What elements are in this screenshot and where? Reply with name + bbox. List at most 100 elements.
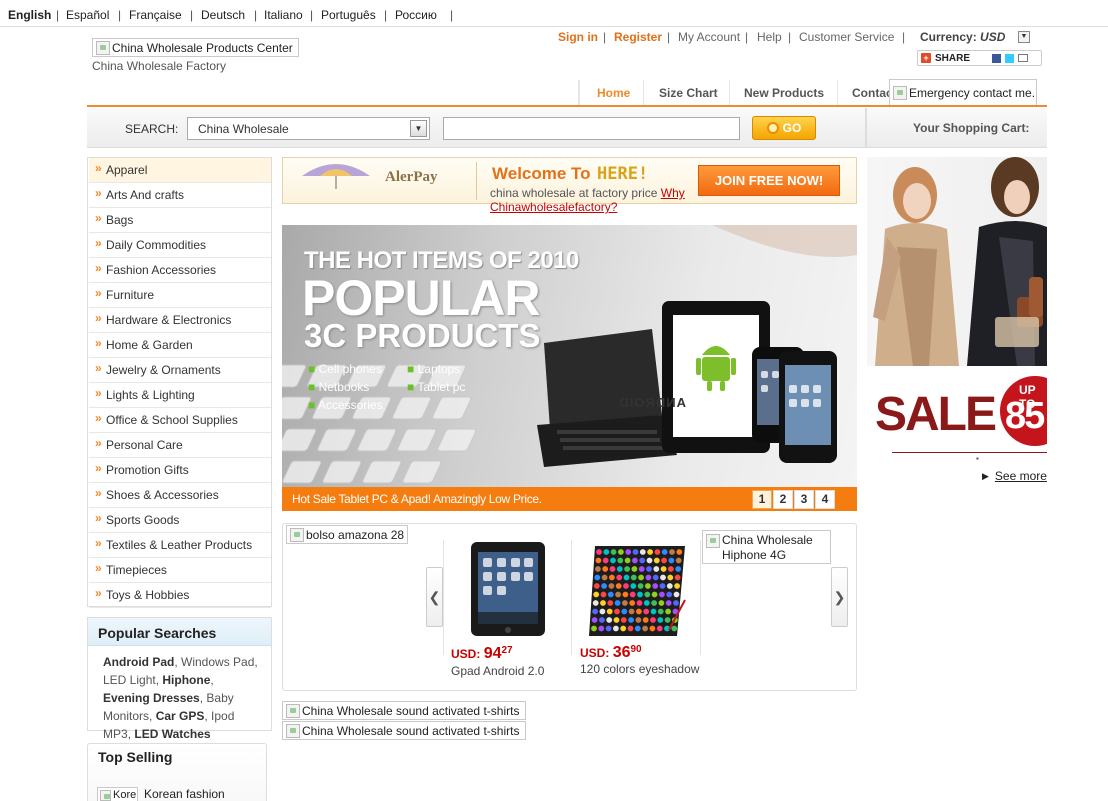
sidebar-item-lights-lighting[interactable]: Lights & Lighting	[89, 383, 271, 408]
currency-dropdown-icon[interactable]: ▼	[1018, 31, 1030, 43]
sidebar-item-toys-hobbies[interactable]: Toys & Hobbies	[89, 583, 271, 608]
product-alt-left: bolso amazona 28	[306, 527, 405, 542]
product-image-bolso[interactable]: bolso amazona 28	[286, 525, 408, 544]
divider	[578, 80, 580, 106]
popular-search-link[interactable]: Evening Dresses	[103, 691, 200, 705]
popular-search-link[interactable]: LED Watches	[134, 727, 210, 741]
tab-size-chart[interactable]: Size Chart	[659, 86, 718, 100]
search-input[interactable]	[443, 117, 740, 140]
help-link[interactable]: Help	[757, 30, 782, 44]
sidebar-item-office-school-supplies[interactable]: Office & School Supplies	[89, 408, 271, 433]
top-selling-image[interactable]: Kore	[97, 787, 138, 801]
lang-francaise[interactable]: Française	[129, 8, 182, 22]
fashion-model-ad[interactable]	[867, 157, 1047, 366]
join-free-button[interactable]: JOIN FREE NOW!	[698, 165, 840, 196]
popular-search-link[interactable]: Windows Pad	[181, 655, 254, 669]
lang-espanol[interactable]: Español	[66, 8, 109, 22]
tshirt-image-2[interactable]: China Wholesale sound activated t-shirts	[282, 721, 526, 740]
divider: |	[603, 30, 607, 44]
tab-home[interactable]: Home	[597, 86, 630, 100]
sidebar-item-hardware-electronics[interactable]: Hardware & Electronics	[89, 308, 271, 333]
product-card-eyeshadow[interactable]	[573, 540, 701, 655]
banner-page-4[interactable]: 4	[815, 490, 835, 509]
sidebar-item-home-garden[interactable]: Home & Garden	[89, 333, 271, 358]
product-name-gpad[interactable]: Gpad Android 2.0	[451, 664, 544, 678]
carousel-next-button[interactable]: ❯	[831, 567, 848, 627]
my-account-link[interactable]: My Account	[678, 30, 740, 44]
chevron-left-icon: ❮	[428, 588, 441, 605]
alerpay-logo[interactable]: AlerPay	[385, 169, 437, 186]
sidebar-item-daily-commodities[interactable]: Daily Commodities	[89, 233, 271, 258]
shopping-cart-label[interactable]: Your Shopping Cart:	[913, 121, 1029, 135]
welcome-text: china wholesale at factory price Why Chi…	[490, 186, 695, 214]
search-category-select[interactable]: China Wholesale ▼	[187, 117, 430, 140]
popular-search-link[interactable]: Android Pad	[103, 655, 174, 669]
search-go-button[interactable]: GO	[752, 116, 816, 140]
sidebar-item-personal-care[interactable]: Personal Care	[89, 433, 271, 458]
lang-italiano[interactable]: Italiano	[264, 8, 303, 22]
bullet-item: ■ Accessories	[308, 398, 383, 412]
divider	[643, 80, 644, 106]
banner-page-2[interactable]: 2	[773, 490, 793, 509]
sidebar-item-sports-goods[interactable]: Sports Goods	[89, 508, 271, 533]
sidebar-item-shoes-accessories[interactable]: Shoes & Accessories	[89, 483, 271, 508]
sale-percent: 85	[1005, 395, 1045, 437]
divider: |	[902, 30, 906, 44]
bullet-text: Netbooks	[318, 380, 370, 394]
popular-search-link[interactable]: Hiphone	[162, 673, 210, 687]
tshirt-image-1[interactable]: China Wholesale sound activated t-shirts	[282, 701, 526, 720]
search-category-value: China Wholesale	[198, 122, 289, 136]
register-link[interactable]: Register	[614, 30, 662, 44]
divider	[729, 80, 730, 106]
lang-portugues[interactable]: Português	[321, 8, 376, 22]
share-label: SHARE	[935, 52, 971, 64]
bullet-item: ■ Netbooks	[308, 380, 370, 394]
sidebar-item-fashion-accessories[interactable]: Fashion Accessories	[89, 258, 271, 283]
divider: |	[118, 8, 122, 22]
carousel-prev-button[interactable]: ❮	[426, 567, 443, 627]
sidebar-item-timepieces[interactable]: Timepieces	[89, 558, 271, 583]
divider: |	[450, 8, 454, 22]
sign-in-link[interactable]: Sign in	[558, 30, 598, 44]
sidebar-item-furniture[interactable]: Furniture	[89, 283, 271, 308]
sidebar-item-promotion-gifts[interactable]: Promotion Gifts	[89, 458, 271, 483]
divider: |	[667, 30, 671, 44]
customer-service-link[interactable]: Customer Service	[799, 30, 894, 44]
welcome-title: Welcome To	[492, 164, 591, 183]
sidebar-item-apparel[interactable]: Apparel	[89, 158, 271, 183]
banner-page-1[interactable]: 1	[752, 490, 772, 509]
product-alt-right: China Wholesale Hiphone 4G	[722, 533, 813, 562]
lang-english[interactable]: English	[8, 8, 51, 22]
lang-russian[interactable]: Россию	[395, 8, 437, 22]
currency-value: USD	[980, 30, 1006, 44]
site-tagline: China Wholesale Factory	[92, 59, 227, 73]
popular-search-link[interactable]: LED Light	[103, 673, 156, 687]
product-image-hiphone[interactable]: China Wholesale Hiphone 4G	[702, 530, 831, 564]
divider: |	[190, 8, 194, 22]
broken-image-icon	[96, 40, 110, 55]
emergency-contact-image[interactable]: Emergency contact me.	[889, 79, 1037, 106]
search-label: SEARCH:	[125, 122, 179, 136]
sidebar-item-bags[interactable]: Bags	[89, 208, 271, 233]
divider: |	[745, 30, 749, 44]
tab-new-products[interactable]: New Products	[744, 86, 824, 100]
share-button[interactable]: + SHARE	[917, 50, 1042, 66]
banner-caption: Hot Sale Tablet PC & Apad! Amazingly Low…	[292, 492, 542, 506]
sale-ad[interactable]: SALE UP TO 85	[867, 373, 1047, 458]
sidebar-item-arts-and-crafts[interactable]: Arts And crafts	[89, 183, 271, 208]
plus-icon: +	[921, 53, 931, 63]
top-selling-item-name[interactable]: Korean fashion	[144, 787, 225, 801]
banner-line3: 3C PRODUCTS	[304, 317, 541, 354]
sidebar-item-jewelry-ornaments[interactable]: Jewelry & Ornaments	[89, 358, 271, 383]
lang-deutsch[interactable]: Deutsch	[201, 8, 245, 22]
sidebar-item-textiles-leather-products[interactable]: Textiles & Leather Products	[89, 533, 271, 558]
product-name-eyeshadow[interactable]: 120 colors eyeshadow	[580, 662, 699, 676]
popular-search-link[interactable]: Car GPS	[156, 709, 205, 723]
site-logo[interactable]: China Wholesale Products Center	[92, 38, 299, 57]
product-card-gpad[interactable]	[444, 540, 572, 655]
product-price-gpad: USD: 9427	[451, 645, 513, 663]
banner-page-3[interactable]: 3	[794, 490, 814, 509]
hero-banner[interactable]: THE HOT ITEMS OF 2010 POPULAR 3C PRODUCT…	[282, 225, 857, 511]
bullet-item: ■ Laptops	[407, 362, 461, 376]
see-more-link[interactable]: ▶ See more	[982, 469, 1047, 483]
